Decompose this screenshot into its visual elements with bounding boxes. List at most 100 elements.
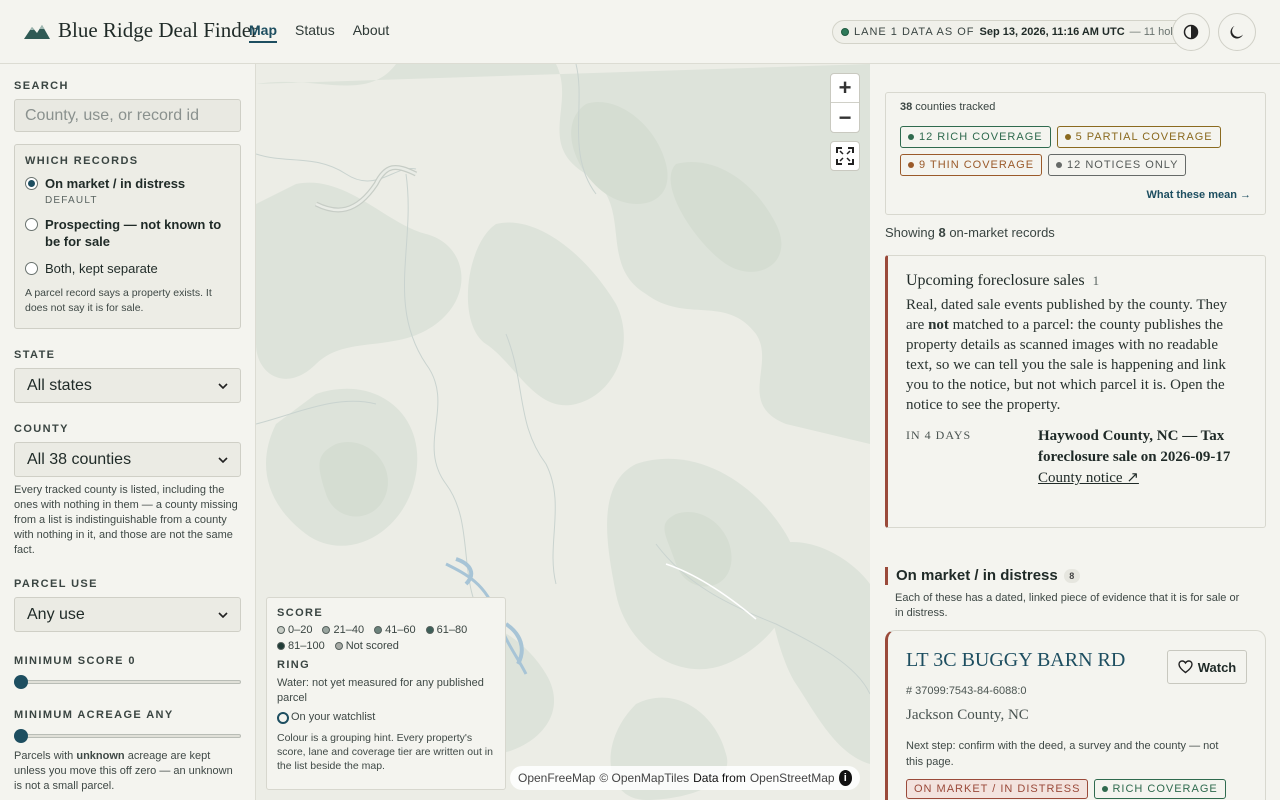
min-acreage-label: MINIMUM ACREAGE ANY xyxy=(14,709,174,721)
chip-rich-coverage[interactable]: 12 RICH COVERAGE xyxy=(900,126,1051,148)
contrast-toggle-button[interactable] xyxy=(1172,13,1210,51)
slider-thumb[interactable] xyxy=(14,729,28,743)
chip-dot-icon xyxy=(908,134,914,140)
county-notice-link[interactable]: County notice ↗ xyxy=(1038,468,1247,489)
attrib-openmaptiles-link[interactable]: © OpenMapTiles xyxy=(599,771,689,785)
data-status-label: LANE 1 DATA AS OF xyxy=(854,26,975,38)
attrib-openstreetmap-link[interactable]: OpenStreetMap xyxy=(750,771,835,785)
nav-about[interactable]: About xyxy=(353,22,390,43)
slider-track[interactable] xyxy=(14,734,241,738)
score-bin: 41–60 xyxy=(374,624,416,636)
radio-button[interactable] xyxy=(25,218,38,231)
dark-mode-toggle-button[interactable] xyxy=(1218,13,1256,51)
score-dot-icon xyxy=(334,642,343,650)
radio-on-market[interactable]: On market / in distress DEFAULT xyxy=(25,175,230,206)
results-panel: 38 counties tracked 12 RICH COVERAGE 5 P… xyxy=(870,64,1280,800)
chevron-down-icon xyxy=(218,456,228,463)
record-county: Jackson County, NC xyxy=(906,707,1029,723)
radio-label: Prospecting — not known to be for sale xyxy=(45,217,222,249)
county-select[interactable]: All 38 counties xyxy=(14,442,241,477)
foreclosure-event: IN 4 DAYS Haywood County, NC — Tax forec… xyxy=(906,426,1247,489)
app-header: Blue Ridge Deal Finder Map Status About … xyxy=(0,0,1280,64)
min-score-slider[interactable] xyxy=(14,675,241,689)
records-note: A parcel record says a property exists. … xyxy=(25,287,212,314)
watch-button[interactable]: Watch xyxy=(1167,650,1247,684)
on-market-section-header: On market / in distress 8 Each of these h… xyxy=(885,567,1266,621)
tag-on-market: ON MARKET / IN DISTRESS xyxy=(906,779,1089,799)
brand-name: Blue Ridge Deal Finder xyxy=(58,18,259,42)
radio-both[interactable]: Both, kept separate xyxy=(25,260,230,277)
chevron-down-icon xyxy=(218,611,228,618)
score-legend-label: SCORE xyxy=(277,607,324,619)
watch-label: Watch xyxy=(1197,659,1237,675)
radio-button[interactable] xyxy=(25,262,38,275)
fullscreen-button[interactable] xyxy=(830,141,860,171)
legend-note: Colour is a grouping hint. Every propert… xyxy=(277,732,493,772)
ring-water-note: Water: not yet measured for any publishe… xyxy=(277,677,484,704)
min-acreage-slider[interactable] xyxy=(14,729,241,743)
record-id: # 37099:7543-84-6088:0 xyxy=(906,685,1027,697)
event-title: Haywood County, NC — Tax foreclosure sal… xyxy=(1038,428,1231,465)
record-next-step: Next step: confirm with the deed, a surv… xyxy=(906,740,1219,768)
filter-sidebar: SEARCH WHICH RECORDS On market / in dist… xyxy=(0,64,256,800)
heart-icon xyxy=(1178,660,1193,674)
min-score-label: MINIMUM SCORE 0 xyxy=(14,655,136,667)
score-bin: 61–80 xyxy=(425,624,467,636)
chip-thin-coverage[interactable]: 9 THIN COVERAGE xyxy=(900,154,1043,176)
on-market-count-badge: 8 xyxy=(1063,568,1080,583)
ring-watchlist: On your watchlist xyxy=(277,710,495,725)
foreclosure-title: Upcoming foreclosure sales 1 xyxy=(906,272,1100,289)
chip-notices-only[interactable]: 12 NOTICES ONLY xyxy=(1048,154,1187,176)
radio-prospecting[interactable]: Prospecting — not known to be for sale xyxy=(25,216,230,250)
radio-button[interactable] xyxy=(25,177,38,190)
which-records-legend: WHICH RECORDS xyxy=(25,155,139,167)
mountain-logo-icon xyxy=(24,24,50,39)
parcel-use-label: PARCEL USE xyxy=(14,578,98,590)
score-dot-icon xyxy=(322,626,331,634)
search-label: SEARCH xyxy=(14,80,69,92)
score-legend-items: 0–20 21–40 41–60 61–80 81–100 Not scored xyxy=(277,624,495,652)
data-status-pill: LANE 1 DATA AS OF Sep 13, 2026, 11:16 AM… xyxy=(832,20,1188,44)
score-bin: 0–20 xyxy=(277,624,312,636)
chip-partial-coverage[interactable]: 5 PARTIAL COVERAGE xyxy=(1056,126,1221,148)
state-select[interactable]: All states xyxy=(14,368,241,403)
attrib-openfreemap-link[interactable]: OpenFreeMap xyxy=(518,771,595,785)
nav-map[interactable]: Map xyxy=(249,22,277,43)
nav-status[interactable]: Status xyxy=(295,22,335,43)
state-label: STATE xyxy=(14,349,56,361)
zoom-out-button[interactable]: − xyxy=(831,103,859,132)
event-when: IN 4 DAYS xyxy=(906,428,972,442)
attrib-data-from: Data from xyxy=(693,771,746,785)
brand[interactable]: Blue Ridge Deal Finder xyxy=(24,18,258,43)
coverage-chips-row-1: 12 RICH COVERAGE 5 PARTIAL COVERAGE xyxy=(900,126,1251,148)
parcel-use-select[interactable]: Any use xyxy=(14,597,241,632)
moon-icon xyxy=(1230,26,1243,39)
on-market-note: Each of these has a dated, linked piece … xyxy=(895,592,1240,619)
counties-tracked: 38 counties tracked xyxy=(900,101,996,113)
radio-label: Both, kept separate xyxy=(45,261,158,276)
info-icon[interactable]: i xyxy=(838,770,852,786)
parcel-use-select-value: Any use xyxy=(27,605,85,623)
section-accent-bar xyxy=(885,567,888,585)
score-dot-icon xyxy=(374,626,383,634)
on-market-title: On market / in distress 8 xyxy=(896,567,1266,584)
coverage-explainer-link[interactable]: What these mean → xyxy=(900,189,1251,201)
map-attribution: OpenFreeMap © OpenMapTiles Data from Ope… xyxy=(510,766,860,790)
slider-track[interactable] xyxy=(14,680,241,684)
record-tags: ON MARKET / IN DISTRESS RICH COVERAGE xyxy=(906,779,1247,799)
tag-rich-coverage: RICH COVERAGE xyxy=(1094,779,1226,799)
record-card[interactable]: LT 3C BUGGY BARN RD # 37099:7543-84-6088… xyxy=(885,630,1266,800)
county-label: COUNTY xyxy=(14,423,69,435)
county-select-value: All 38 counties xyxy=(27,450,132,468)
radio-default-tag: DEFAULT xyxy=(45,195,98,206)
score-bin: Not scored xyxy=(334,640,399,652)
search-input[interactable] xyxy=(14,99,241,132)
contrast-icon xyxy=(1183,24,1199,40)
slider-thumb[interactable] xyxy=(14,675,28,689)
status-dot-icon xyxy=(841,28,849,36)
zoom-in-button[interactable]: + xyxy=(831,74,859,103)
score-dot-icon xyxy=(425,626,434,634)
score-bin: 81–100 xyxy=(277,640,325,652)
score-dot-icon xyxy=(277,642,285,650)
coverage-summary: 38 counties tracked 12 RICH COVERAGE 5 P… xyxy=(885,92,1266,215)
